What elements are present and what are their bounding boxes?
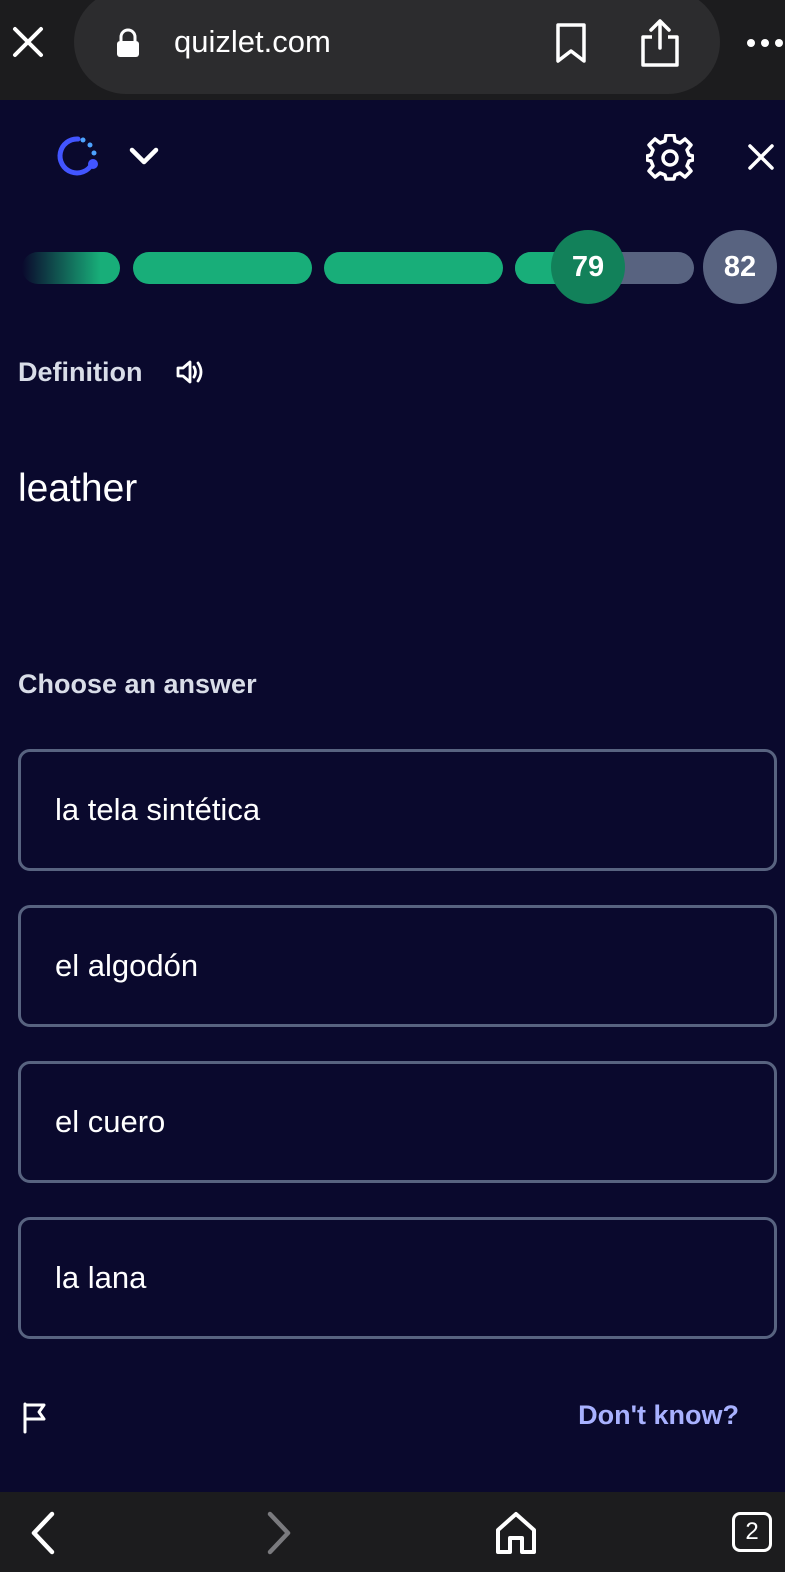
progress-total-count: 82 bbox=[703, 230, 777, 304]
gear-icon[interactable] bbox=[645, 133, 695, 182]
progress-bar: 79 82 bbox=[0, 228, 785, 308]
answer-option-label: el cuero bbox=[55, 1104, 166, 1139]
learn-mode-icon[interactable] bbox=[56, 134, 100, 178]
answer-option[interactable]: la lana bbox=[18, 1217, 777, 1339]
answer-option-label: el algodón bbox=[55, 948, 199, 983]
progress-segment-complete bbox=[133, 252, 312, 284]
tabs-count-button[interactable]: 2 bbox=[732, 1512, 772, 1552]
flag-icon[interactable] bbox=[20, 1400, 50, 1434]
speaker-icon[interactable] bbox=[174, 356, 206, 388]
answer-option[interactable]: la tela sintética bbox=[18, 749, 777, 871]
close-icon[interactable] bbox=[744, 140, 778, 174]
choose-answer-label: Choose an answer bbox=[18, 669, 257, 699]
progress-segment-complete bbox=[22, 252, 120, 284]
dont-know-link[interactable]: Don't know? bbox=[578, 1394, 739, 1436]
answer-option[interactable]: el cuero bbox=[18, 1061, 777, 1183]
prompt-label: Definition bbox=[18, 357, 143, 387]
more-options-icon[interactable] bbox=[744, 36, 785, 50]
browser-top-bar: quizlet.com bbox=[0, 0, 785, 100]
progress-current-count: 79 bbox=[551, 230, 625, 304]
term-text: leather bbox=[18, 467, 138, 510]
forward-arrow-icon[interactable] bbox=[258, 1510, 298, 1556]
url-text[interactable]: quizlet.com bbox=[174, 22, 331, 62]
browser-bottom-bar: 2 bbox=[0, 1492, 785, 1572]
browser-close-icon[interactable] bbox=[8, 22, 48, 62]
answer-option-label: la tela sintética bbox=[55, 792, 261, 827]
home-icon[interactable] bbox=[492, 1508, 540, 1556]
answer-option[interactable]: el algodón bbox=[18, 905, 777, 1027]
lock-icon bbox=[116, 28, 140, 58]
answer-option-label: la lana bbox=[55, 1260, 147, 1295]
chevron-down-icon[interactable] bbox=[126, 142, 162, 170]
address-bar[interactable] bbox=[74, 0, 720, 94]
share-icon[interactable] bbox=[638, 18, 682, 68]
progress-segment-complete bbox=[324, 252, 503, 284]
back-arrow-icon[interactable] bbox=[24, 1510, 64, 1556]
bookmark-icon[interactable] bbox=[552, 22, 590, 64]
